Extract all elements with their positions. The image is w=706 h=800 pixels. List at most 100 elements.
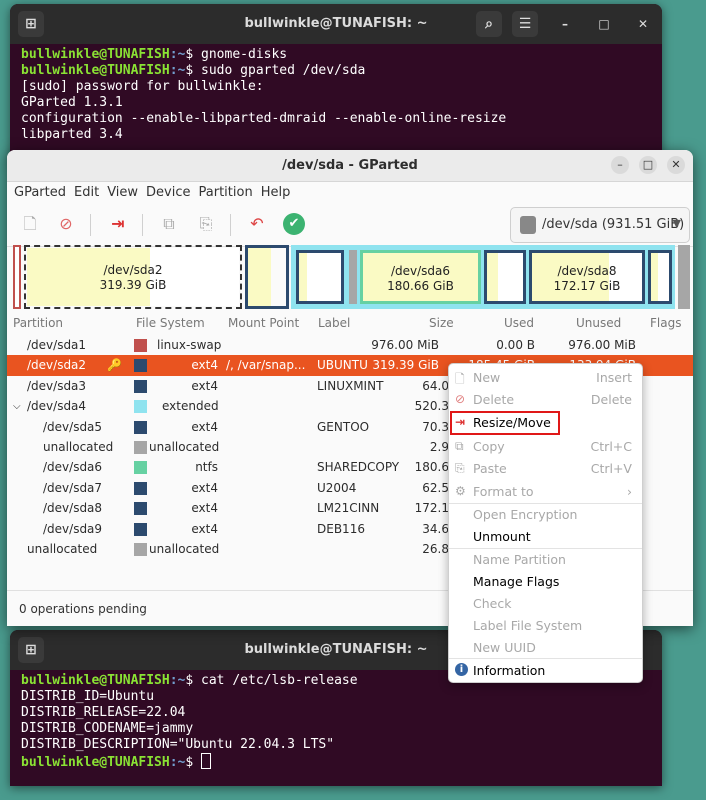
cell-label: UBUNTU xyxy=(317,358,368,373)
terminal-line: DISTRIB_DESCRIPTION="Ubuntu 22.04.3 LTS" xyxy=(21,737,335,752)
maximize-icon[interactable]: □ xyxy=(597,17,611,31)
col-size[interactable]: Size xyxy=(429,316,454,330)
menu-label: Paste xyxy=(473,461,507,476)
fs-color-swatch xyxy=(134,522,147,536)
menu-icon[interactable]: ☰ xyxy=(512,11,538,37)
info-icon: i xyxy=(455,663,468,676)
new-partition-icon[interactable]: 🗋 xyxy=(18,212,42,236)
menu-view[interactable]: View xyxy=(106,182,145,204)
menu-item-open-encryption[interactable]: Open Encryption xyxy=(449,503,642,525)
partition-map-sda1[interactable] xyxy=(13,245,21,309)
cell-partition: /dev/sda6 xyxy=(43,460,103,475)
menu-help[interactable]: Help xyxy=(260,182,298,204)
fs-color-swatch xyxy=(134,359,147,373)
toolbar-separator xyxy=(142,214,143,236)
cell-fs: ext4 xyxy=(191,521,218,536)
apply-icon[interactable]: ✔ xyxy=(283,213,305,235)
cell-size: 172.1 xyxy=(414,501,449,516)
chevron-right-icon: › xyxy=(627,484,632,499)
maximize-icon[interactable]: □ xyxy=(639,156,657,174)
cell-label: U2004 xyxy=(317,480,357,495)
cell-fs: linux-swap xyxy=(157,338,222,352)
menu-accel: Ctrl+C xyxy=(590,439,632,454)
cell-fs: unallocated xyxy=(149,541,220,556)
menu-accel: Insert xyxy=(596,370,632,385)
col-label[interactable]: Label xyxy=(318,316,350,330)
partition-map-sda7[interactable] xyxy=(484,250,526,304)
map-size-sda2: 319.39 GiB xyxy=(99,278,167,292)
minimize-icon[interactable]: – xyxy=(611,156,629,174)
terminal-line: DISTRIB_CODENAME=jammy xyxy=(21,721,194,736)
col-unused[interactable]: Unused xyxy=(576,316,621,330)
menu-item-check[interactable]: Check xyxy=(449,592,642,614)
col-partition[interactable]: Partition xyxy=(13,316,63,330)
close-icon[interactable]: ✕ xyxy=(636,17,650,31)
menu-item-new[interactable]: 🗋 New Insert xyxy=(449,366,642,388)
cell-partition: /dev/sda7 xyxy=(43,480,103,495)
partition-map-sda9[interactable] xyxy=(648,250,672,304)
menu-item-delete[interactable]: ⊘ Delete Delete xyxy=(449,388,642,410)
terminal-line: bullwinkle@TUNAFISH:~$ sudo gparted /dev… xyxy=(21,63,366,78)
table-header: Partition File System Mount Point Label … xyxy=(7,313,693,333)
paste-icon[interactable]: ⎘ xyxy=(194,212,218,236)
menu-label: Open Encryption xyxy=(473,507,578,522)
col-flags[interactable]: Flags xyxy=(650,316,681,330)
cell-fs: ext4 xyxy=(191,501,218,516)
partition-map-sda5[interactable] xyxy=(296,250,344,304)
disk-icon xyxy=(520,216,536,234)
partition-map-unallocated[interactable] xyxy=(349,250,357,304)
menu-item-information[interactable]: i Information xyxy=(449,659,642,681)
terminal-line: configuration --enable-libparted-dmraid … xyxy=(21,111,507,126)
menu-label: Information xyxy=(473,663,546,678)
table-row[interactable]: /dev/sda1 linux-swap 976.00 MiB 0.00 B 9… xyxy=(7,335,693,355)
resize-move-icon[interactable]: ⇥ xyxy=(106,212,130,236)
menu-accel: Delete xyxy=(590,392,632,407)
operations-pending: 0 operations pending xyxy=(19,602,147,616)
partition-map-sda3[interactable] xyxy=(245,245,289,309)
minimize-icon[interactable]: – xyxy=(558,17,572,31)
fs-color-swatch xyxy=(134,379,147,393)
copy-icon[interactable]: ⧉ xyxy=(157,212,181,236)
cell-fs: extended xyxy=(162,399,219,414)
menu-item-copy[interactable]: ⧉ Copy Ctrl+C xyxy=(449,435,642,457)
menu-device[interactable]: Device xyxy=(145,182,197,204)
menu-item-manage-flags[interactable]: Manage Flags xyxy=(449,570,642,592)
cell-size: 26.8 xyxy=(422,541,449,556)
partition-map-sda4[interactable]: /dev/sda6 180.66 GiB /dev/sda8 172.17 GiB xyxy=(291,245,675,309)
col-mountpoint[interactable]: Mount Point xyxy=(228,316,299,330)
partition-map-unallocated-end[interactable] xyxy=(678,245,690,309)
menu-edit[interactable]: Edit xyxy=(73,182,106,204)
cell-size: 976.00 MiB xyxy=(371,338,439,352)
fs-color-swatch xyxy=(134,420,147,434)
cell-size: 64.0 xyxy=(422,378,449,393)
undo-icon[interactable]: ↶ xyxy=(245,212,269,236)
menu-item-name-partition[interactable]: Name Partition xyxy=(449,548,642,570)
cell-fs: unallocated xyxy=(149,439,220,454)
fs-color-swatch xyxy=(134,481,147,495)
cell-label: LINUXMINT xyxy=(317,378,384,393)
map-size-sda8: 172.17 GiB xyxy=(553,279,621,293)
menu-partition[interactable]: Partition xyxy=(198,182,260,204)
menu-item-paste[interactable]: ⎘ Paste Ctrl+V xyxy=(449,457,642,479)
search-icon[interactable]: ⌕ xyxy=(476,11,502,37)
menu-item-unmount[interactable]: Unmount xyxy=(449,525,642,547)
cell-size: 319.39 GiB xyxy=(372,358,439,373)
menu-gparted[interactable]: GParted xyxy=(13,182,73,204)
device-selector[interactable]: /dev/sda (931.51 GiB) ▼ xyxy=(510,207,690,243)
menu-label: Unmount xyxy=(473,529,531,544)
partition-map-sda8[interactable]: /dev/sda8 172.17 GiB xyxy=(529,250,645,304)
cell-partition: /dev/sda3 xyxy=(27,378,87,393)
gparted-titlebar: /dev/sda - GParted – □ ✕ xyxy=(7,150,693,182)
menu-item-format-to[interactable]: ⚙ Format to › xyxy=(449,480,642,502)
delete-partition-icon[interactable]: ⊘ xyxy=(54,212,78,236)
menu-item-new-uuid[interactable]: New UUID xyxy=(449,636,642,658)
partition-map-sda6[interactable]: /dev/sda6 180.66 GiB xyxy=(360,250,481,304)
partition-map-sda2[interactable]: /dev/sda2 319.39 GiB xyxy=(24,245,242,309)
cell-partition: /dev/sda1 xyxy=(27,338,87,352)
chevron-down-icon[interactable]: ⌵ xyxy=(13,401,21,412)
col-filesystem[interactable]: File System xyxy=(136,316,205,330)
cell-fs: ext4 xyxy=(191,419,218,434)
close-icon[interactable]: ✕ xyxy=(667,156,685,174)
menu-item-label-fs[interactable]: Label File System xyxy=(449,614,642,636)
col-used[interactable]: Used xyxy=(504,316,534,330)
